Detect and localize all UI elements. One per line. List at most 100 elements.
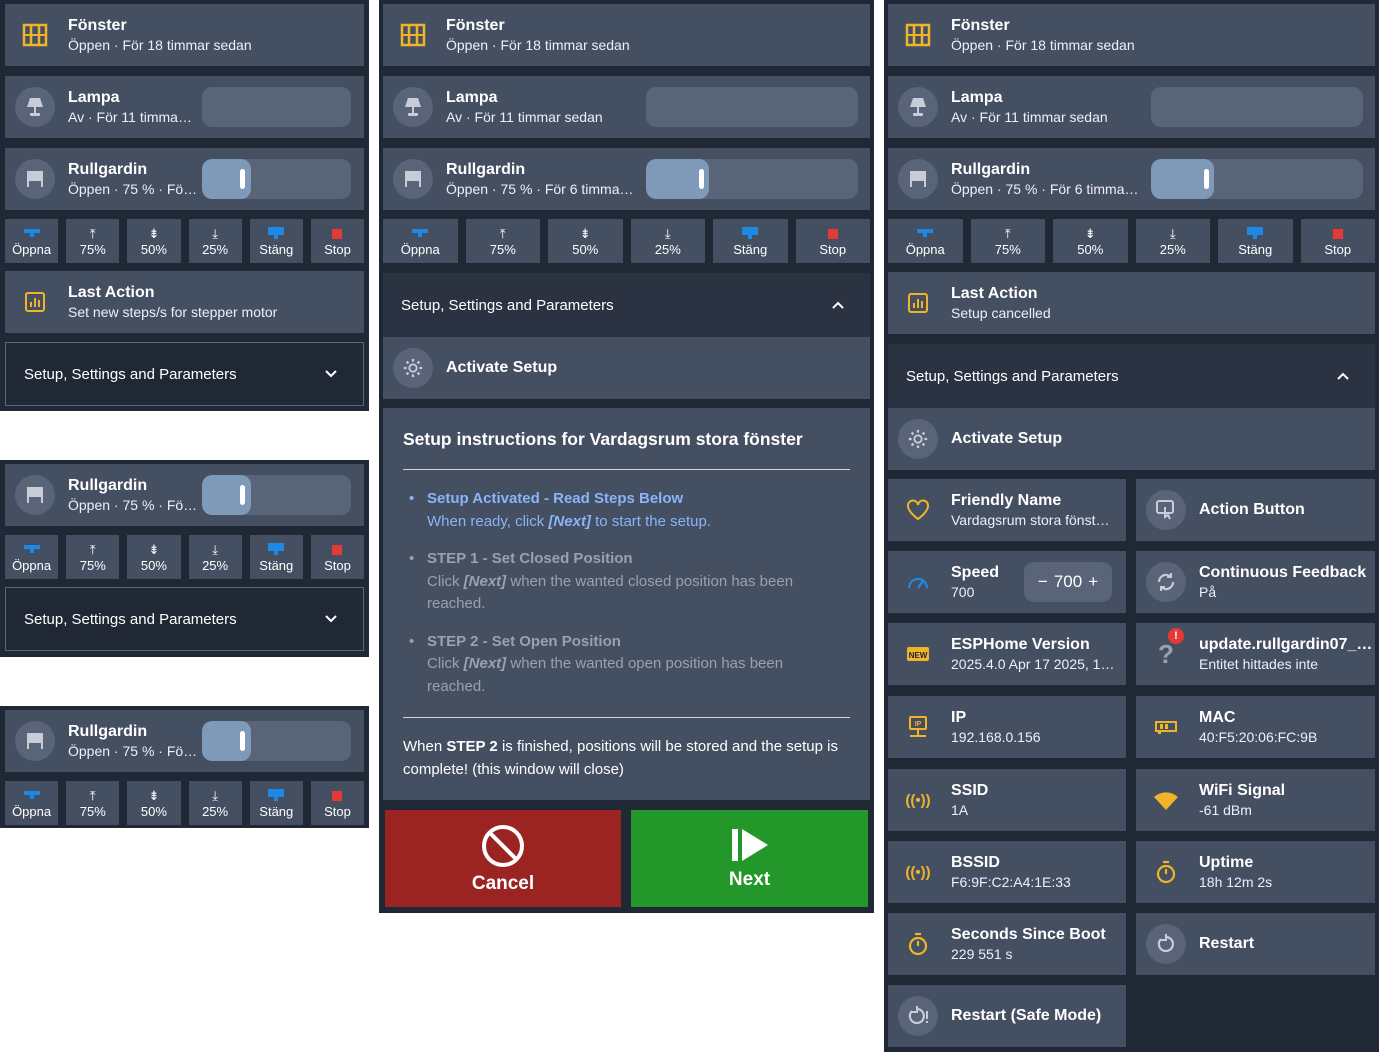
- blind-position-slider[interactable]: [646, 159, 858, 199]
- setup-expander[interactable]: Setup, Settings and Parameters: [383, 273, 870, 337]
- fonster-state: Öppen · För 18 timmar sedan: [446, 37, 630, 53]
- activate-setup-button[interactable]: Activate Setup: [383, 337, 870, 399]
- blind-position-slider[interactable]: [1151, 159, 1363, 199]
- heart-icon: [898, 490, 938, 530]
- increment-button[interactable]: +: [1088, 572, 1098, 592]
- pos25-button[interactable]: ⤓ 25%: [1135, 219, 1210, 263]
- fonster-row[interactable]: Fönster Öppen · För 18 timmar sedan: [888, 4, 1375, 66]
- pos75-button[interactable]: ⤒ 75%: [66, 535, 120, 579]
- pos25-button[interactable]: ⤓ 25%: [630, 219, 705, 263]
- pos50-button[interactable]: ⇟ 50%: [127, 219, 181, 263]
- continuous-feedback-row[interactable]: Continuous Feedback På: [1136, 551, 1375, 613]
- pos75-button[interactable]: ⤒ 75%: [465, 219, 540, 263]
- activate-setup-button[interactable]: Activate Setup: [888, 408, 1375, 470]
- pos75-button[interactable]: ⤒ 75%: [66, 219, 120, 263]
- last-action-name: Last Action: [951, 285, 1038, 302]
- next-button[interactable]: Next: [631, 810, 868, 907]
- blind-icon: [15, 475, 55, 515]
- update-row[interactable]: ?! update.rullgardin07_… Entitet hittades…: [1136, 623, 1375, 685]
- window-icon: [15, 15, 55, 55]
- close-button[interactable]: Stäng: [713, 219, 788, 263]
- fonster-row[interactable]: Fönster Öppen · För 18 timmar sedan: [5, 4, 364, 66]
- rullgardin-row[interactable]: Rullgardin Öppen · 75 % · Fö…: [5, 464, 364, 526]
- open-button[interactable]: Öppna: [5, 219, 59, 263]
- slider-handle[interactable]: [1204, 169, 1209, 189]
- close-button[interactable]: Stäng: [249, 535, 303, 579]
- open-button[interactable]: Öppna: [383, 219, 458, 263]
- action-button-row[interactable]: Action Button: [1136, 479, 1375, 541]
- stop-button[interactable]: Stop: [795, 219, 870, 263]
- close-blind-icon: [1247, 225, 1264, 243]
- card-middle: Fönster Öppen · För 18 timmar sedan Lampa…: [379, 0, 874, 913]
- mac-row[interactable]: MAC 40:F5:20:06:FC:9B: [1136, 696, 1375, 758]
- rullgardin-row[interactable]: Rullgardin Öppen · 75 % · Fö…: [5, 710, 364, 772]
- pos25-button[interactable]: ⤓ 25%: [188, 781, 242, 825]
- slider-handle[interactable]: [240, 169, 245, 189]
- cover-buttons: Öppna ⤒ 75% ⇟ 50% ⤓ 25% Stäng Stop: [5, 781, 365, 825]
- fonster-row[interactable]: Fönster Öppen · För 18 timmar sedan: [383, 4, 870, 66]
- rullgardin-row[interactable]: Rullgardin Öppen · 75 % · Fö…: [5, 148, 364, 210]
- pos25-button[interactable]: ⤓ 25%: [188, 535, 242, 579]
- bssid-row[interactable]: ((•)) BSSID F6:9F:C2:A4:1E:33: [888, 841, 1126, 903]
- ssid-row[interactable]: ((•)) SSID 1A: [888, 769, 1126, 831]
- esphome-version-row[interactable]: NEW ESPHome Version 2025.4.0 Apr 17 2025,…: [888, 623, 1126, 685]
- setup-expander[interactable]: Setup, Settings and Parameters: [5, 587, 364, 651]
- gear-icon: [898, 419, 938, 459]
- setup-expander[interactable]: Setup, Settings and Parameters: [5, 342, 364, 406]
- speed-stepper[interactable]: −700 +: [1024, 562, 1112, 602]
- restart-safe-mode-button[interactable]: Restart (Safe Mode): [888, 985, 1126, 1047]
- stop-icon: [827, 225, 838, 243]
- slider-handle[interactable]: [699, 169, 704, 189]
- friendly-name-row[interactable]: Friendly Name Vardagsrum stora fönst…: [888, 479, 1126, 541]
- rullgardin-row[interactable]: Rullgardin Öppen · 75 % · För 6 timma…: [383, 148, 870, 210]
- stop-button[interactable]: Stop: [310, 781, 365, 825]
- stop-button[interactable]: Stop: [1300, 219, 1375, 263]
- ip-row[interactable]: IP IP 192.168.0.156: [888, 696, 1126, 758]
- cancel-button[interactable]: Cancel: [385, 810, 621, 907]
- lamp-brightness-slider[interactable]: [1151, 87, 1363, 127]
- lamp-brightness-slider[interactable]: [646, 87, 858, 127]
- close-button[interactable]: Stäng: [1218, 219, 1293, 263]
- pos50-button[interactable]: ⇟ 50%: [127, 781, 181, 825]
- lampa-row[interactable]: Lampa Av · För 11 timmar sedan: [888, 76, 1375, 138]
- pos25-button[interactable]: ⤓ 25%: [188, 219, 242, 263]
- fonster-name: Fönster: [68, 17, 127, 34]
- blind-position-slider[interactable]: [202, 475, 351, 515]
- pos50-button[interactable]: ⇟ 50%: [1053, 219, 1128, 263]
- blind-position-slider[interactable]: [202, 159, 351, 199]
- stop-button[interactable]: Stop: [310, 219, 365, 263]
- rullgardin-name: Rullgardin: [951, 161, 1031, 178]
- stop-button[interactable]: Stop: [310, 535, 365, 579]
- open-button[interactable]: Öppna: [888, 219, 963, 263]
- rullgardin-state: Öppen · 75 % · För 6 timma…: [951, 181, 1139, 197]
- wifi-signal-row[interactable]: WiFi Signal -61 dBm: [1136, 769, 1375, 831]
- slider-handle[interactable]: [240, 485, 245, 505]
- window-icon: [393, 15, 433, 55]
- open-button[interactable]: Öppna: [5, 781, 59, 825]
- decrement-button[interactable]: −: [1038, 572, 1048, 592]
- instructions-footer: When STEP 2 is finished, positions will …: [403, 738, 838, 778]
- last-action-row[interactable]: Last Action Set new steps/s for stepper m…: [5, 271, 364, 333]
- lampa-state: Av · För 11 timmar sedan: [951, 109, 1108, 125]
- restart-button[interactable]: Restart: [1136, 913, 1375, 975]
- lampa-row[interactable]: Lampa Av · För 11 timmar sedan: [383, 76, 870, 138]
- speed-row[interactable]: Speed 700 −700 +: [888, 551, 1126, 613]
- blind-position-slider[interactable]: [202, 721, 351, 761]
- rullgardin-row[interactable]: Rullgardin Öppen · 75 % · För 6 timma…: [888, 148, 1375, 210]
- lampa-row[interactable]: Lampa Av · För 11 timma…: [5, 76, 364, 138]
- pos75-button[interactable]: ⤒ 75%: [970, 219, 1045, 263]
- pos50-button[interactable]: ⇟ 50%: [127, 535, 181, 579]
- svg-text:IP: IP: [915, 721, 922, 728]
- close-button[interactable]: Stäng: [249, 781, 303, 825]
- close-button[interactable]: Stäng: [249, 219, 303, 263]
- last-action-row[interactable]: Last Action Setup cancelled: [888, 272, 1375, 334]
- slider-handle[interactable]: [240, 731, 245, 751]
- uptime-row[interactable]: Uptime 18h 12m 2s: [1136, 841, 1375, 903]
- pos75-button[interactable]: ⤒ 75%: [66, 781, 120, 825]
- lamp-brightness-slider[interactable]: [202, 87, 351, 127]
- error-badge-icon: !: [1168, 628, 1184, 644]
- seconds-since-boot-row[interactable]: Seconds Since Boot 229 551 s: [888, 913, 1126, 975]
- pos50-button[interactable]: ⇟ 50%: [548, 219, 623, 263]
- open-button[interactable]: Öppna: [5, 535, 59, 579]
- setup-expander[interactable]: Setup, Settings and Parameters: [888, 344, 1375, 408]
